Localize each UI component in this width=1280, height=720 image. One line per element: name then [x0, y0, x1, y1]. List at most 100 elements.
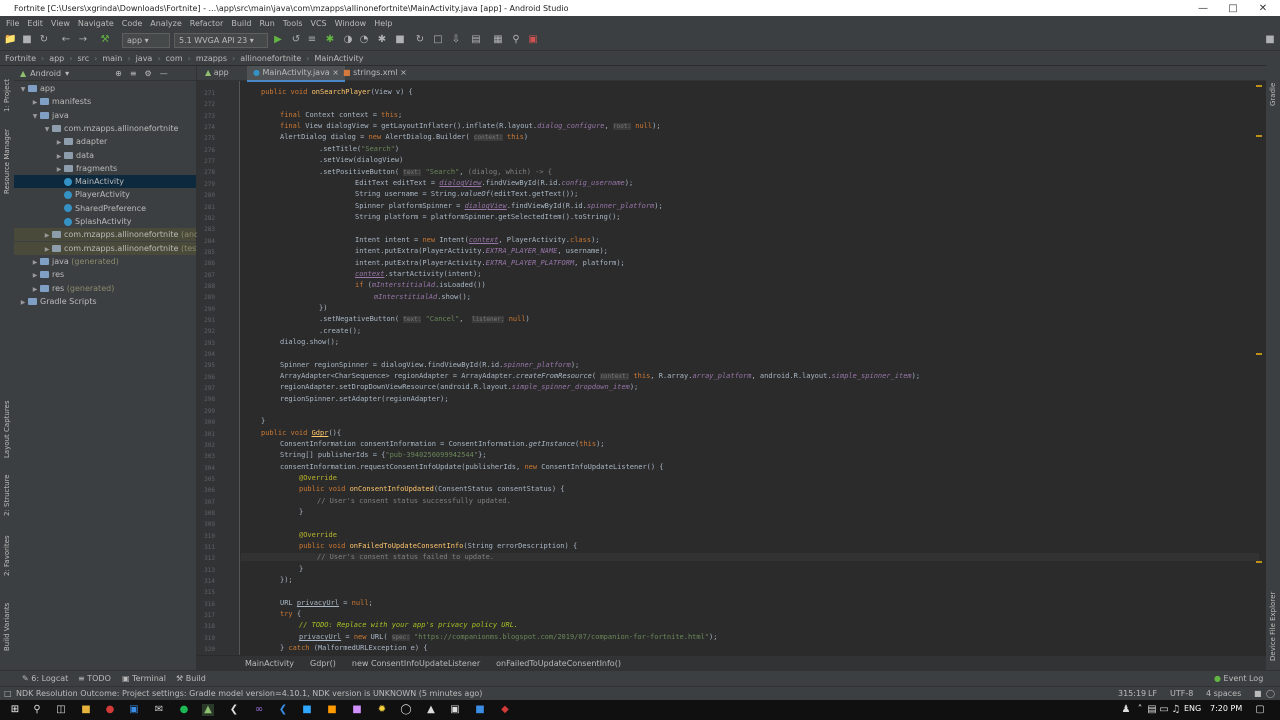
caret-position[interactable]: 315:19: [1118, 689, 1146, 698]
menu-code[interactable]: Code: [122, 19, 142, 28]
menu-help[interactable]: Help: [374, 19, 392, 28]
forward-icon[interactable]: →: [77, 34, 89, 46]
project-structure-icon[interactable]: ▤: [470, 34, 482, 46]
apply-changes-icon[interactable]: ↺: [290, 34, 302, 46]
tab-strings-xml[interactable]: ■ strings.xml ×: [337, 66, 413, 80]
tree-item[interactable]: ▶ adapter: [14, 135, 196, 148]
tree-item[interactable]: ▶ fragments: [14, 162, 196, 175]
after-effects-icon[interactable]: ■: [351, 704, 363, 716]
record-app-icon[interactable]: ●: [104, 704, 116, 716]
search-icon[interactable]: ⚲: [31, 704, 43, 716]
logcat-tool-button[interactable]: ✎ 6: Logcat: [22, 674, 68, 683]
menu-view[interactable]: View: [51, 19, 70, 28]
favorites-tool-tab[interactable]: 2: Favorites: [3, 535, 11, 576]
sdk-manager-icon[interactable]: ⇩: [450, 34, 462, 46]
crumb-src[interactable]: src: [77, 54, 89, 63]
chevron-right-icon[interactable]: ▶: [54, 163, 64, 176]
editor-crumb-callback[interactable]: onFailedToUpdateConsentInfo(): [496, 659, 621, 668]
network-icon[interactable]: ▤: [1146, 704, 1158, 716]
close-icon[interactable]: ✕: [1248, 0, 1278, 16]
tab-main-activity[interactable]: ● MainActivity.java ×: [247, 66, 345, 82]
collapse-all-icon[interactable]: ≡: [130, 69, 137, 78]
device-file-explorer-tool-tab[interactable]: Device File Explorer: [1269, 592, 1277, 661]
tree-item[interactable]: MainActivity: [14, 175, 196, 189]
vscode-icon[interactable]: ❮: [228, 704, 240, 716]
tree-item[interactable]: ▶ Gradle Scripts: [14, 295, 196, 308]
chevron-right-icon[interactable]: ▶: [18, 296, 28, 309]
profile-icon[interactable]: ◔: [358, 34, 370, 46]
chevron-right-icon[interactable]: ▶: [30, 256, 40, 269]
search-icon[interactable]: ⚲: [510, 34, 522, 46]
system-clock[interactable]: 7:20 PM: [1210, 704, 1242, 713]
android-studio-icon[interactable]: ▲: [202, 704, 214, 716]
target-icon[interactable]: ⊕: [115, 69, 122, 78]
menu-edit[interactable]: Edit: [27, 19, 43, 28]
chevron-right-icon[interactable]: ▶: [30, 283, 40, 296]
gradle-tool-tab[interactable]: Gradle: [1269, 83, 1277, 106]
gamepad-icon[interactable]: ▲: [425, 704, 437, 716]
gear-icon[interactable]: ⚙: [145, 69, 152, 78]
volume-icon[interactable]: ♫: [1170, 704, 1182, 716]
chevron-down-icon[interactable]: ▼: [30, 110, 40, 123]
notification-icon[interactable]: ▢: [1254, 704, 1266, 716]
app-icon[interactable]: ■: [474, 704, 486, 716]
chevron-right-icon[interactable]: ▶: [30, 269, 40, 282]
windows-start-icon[interactable]: ⊞: [9, 704, 21, 716]
crumb-package[interactable]: allinonefortnite: [240, 54, 301, 63]
file-explorer-icon[interactable]: ■: [80, 704, 92, 716]
avd-manager-icon[interactable]: □: [432, 34, 444, 46]
menu-analyze[interactable]: Analyze: [150, 19, 182, 28]
tree-item[interactable]: SharedPreference: [14, 202, 196, 215]
structure-tool-tab[interactable]: 2: Structure: [3, 474, 11, 516]
tree-item[interactable]: ▶ data: [14, 149, 196, 162]
code-editor-icon[interactable]: ❮: [277, 704, 289, 716]
crumb-class[interactable]: MainActivity: [314, 54, 363, 63]
chevron-down-icon[interactable]: ▼: [42, 123, 52, 136]
sdk-issues-icon[interactable]: ▣: [527, 34, 539, 46]
error-stripe-mark[interactable]: [1256, 561, 1262, 563]
apply-code-icon[interactable]: ≡: [306, 34, 318, 46]
store-icon[interactable]: ▣: [128, 704, 140, 716]
layout-captures-tool-tab[interactable]: Layout Captures: [3, 400, 11, 458]
editor-crumb-listener[interactable]: new ConsentInfoUpdateListener: [352, 659, 480, 668]
menu-refactor[interactable]: Refactor: [190, 19, 224, 28]
crumb-project[interactable]: Fortnite: [5, 54, 36, 63]
toolbar-overflow-icon[interactable]: ■: [1264, 34, 1276, 46]
project-tool-tab[interactable]: 1: Project: [3, 79, 11, 112]
app-icon[interactable]: ✹: [376, 704, 388, 716]
code-area[interactable]: public void onSearchPlayer(View v) { fin…: [241, 81, 1259, 655]
input-language[interactable]: ENG: [1184, 704, 1201, 713]
chevron-right-icon[interactable]: ▶: [30, 96, 40, 109]
error-stripe-mark[interactable]: [1256, 353, 1262, 355]
crumb-com[interactable]: com: [166, 54, 183, 63]
menu-tools[interactable]: Tools: [283, 19, 303, 28]
git-icon[interactable]: ◯: [1266, 689, 1275, 698]
crumb-java[interactable]: java: [136, 54, 153, 63]
make-project-icon[interactable]: ⚒: [99, 34, 111, 46]
tree-item[interactable]: ▶ com.mzapps.allinonefortnite (test): [14, 241, 203, 255]
editor-scrollbar[interactable]: [1255, 81, 1263, 655]
tree-item[interactable]: ▼ app: [14, 82, 196, 95]
menu-run[interactable]: Run: [259, 19, 274, 28]
terminal-tool-button[interactable]: ▣ Terminal: [122, 674, 166, 683]
crumb-mzapps[interactable]: mzapps: [196, 54, 227, 63]
tree-item[interactable]: ▶com.mzapps.allinonefortnite (androidTes…: [14, 228, 233, 242]
tree-item[interactable]: ▶ manifests: [14, 95, 196, 108]
app-icon[interactable]: ▣: [449, 704, 461, 716]
hide-panel-icon[interactable]: —: [160, 69, 168, 78]
editor-crumb-method[interactable]: Gdpr(): [310, 659, 336, 668]
back-icon[interactable]: ←: [60, 34, 72, 46]
crumb-main[interactable]: main: [102, 54, 122, 63]
indent-setting[interactable]: 4 spaces: [1206, 689, 1241, 698]
chevron-down-icon[interactable]: ▼: [18, 83, 28, 96]
battery-icon[interactable]: ▭: [1158, 704, 1170, 716]
tree-item[interactable]: ▼ java: [14, 109, 196, 122]
debug-icon[interactable]: ✱: [324, 34, 336, 46]
build-variants-tool-tab[interactable]: Build Variants: [3, 603, 11, 651]
event-log-tool-button[interactable]: ● Event Log: [1214, 674, 1263, 683]
app-icon[interactable]: ◆: [499, 704, 511, 716]
mail-icon[interactable]: ✉: [153, 704, 165, 716]
close-tab-icon[interactable]: ×: [400, 68, 407, 77]
file-encoding[interactable]: UTF-8: [1170, 689, 1193, 698]
maximize-icon[interactable]: □: [1218, 0, 1248, 16]
